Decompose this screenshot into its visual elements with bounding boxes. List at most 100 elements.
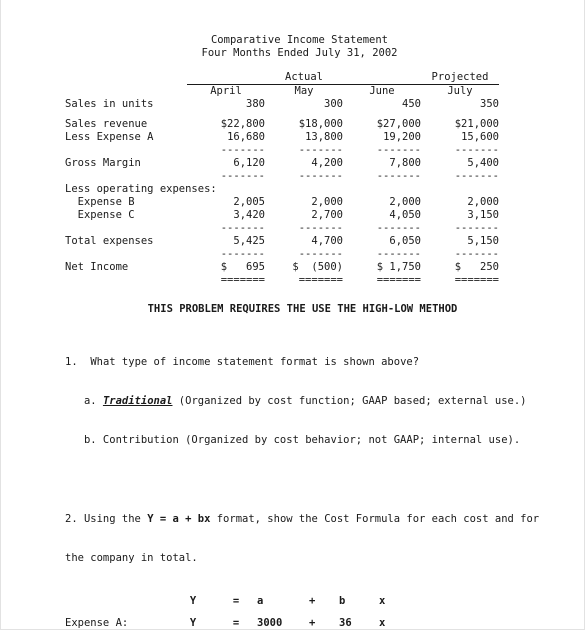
formula-row-spacer (65, 608, 419, 617)
row-label-expense-b: Expense B (65, 196, 135, 208)
total-rule-row: ======= ======= ======= ======= (65, 274, 499, 287)
formula-header-row: Y = a + b x (65, 595, 419, 608)
row-label-expense-c: Expense C (65, 209, 135, 221)
dash-rule-june: ------- (376, 248, 421, 260)
row-label-net-income: Net Income (65, 261, 129, 273)
question-2-formula: Y = a + bx (147, 513, 211, 525)
formula-plus-expense-a: + (309, 617, 316, 629)
group-header-spacer (65, 71, 187, 85)
question-1-text: What type of income statement format is … (90, 356, 420, 368)
formula-x-expense-a: x (379, 617, 386, 629)
column-header-may: May (294, 85, 314, 97)
double-rule-july: ======= (454, 274, 499, 286)
table-row: Gross Margin 6,120 4,200 7,800 5,400 (65, 157, 499, 170)
option-a-marker: a. (83, 395, 103, 407)
question-2-line-2: the company in total. (65, 552, 198, 564)
row-label-sales-revenue: Sales revenue (65, 118, 148, 130)
dash-rule-june: ------- (376, 170, 421, 182)
cell-expense-b-may: 2,000 (311, 196, 343, 208)
cell-gross-margin-june: 7,800 (389, 157, 421, 169)
formula-a-expense-a[interactable]: 3000 (257, 617, 309, 629)
question-1-option-a[interactable]: a. Traditional (Organized by cost functi… (65, 395, 584, 408)
document-title-block: Comparative Income Statement Four Months… (1, 34, 584, 60)
subtotal-rule-row: ------- ------- ------- ------- (65, 170, 499, 183)
cell-net-income-april: $ 695 (220, 261, 265, 273)
column-header-blank (65, 85, 187, 99)
rule-spacer (65, 248, 187, 261)
row-label-less-expense-a: Less Expense A (65, 131, 154, 143)
formula-b-expense-a[interactable]: 36 (339, 617, 379, 629)
formula-y-expense-a: Y (189, 617, 197, 629)
column-header-april: April (210, 85, 242, 97)
dash-rule-april: ------- (220, 222, 265, 234)
cell-total-expenses-july: 5,150 (467, 235, 499, 247)
rule-spacer (65, 274, 187, 287)
cell-sales-units-april: 380 (246, 98, 265, 110)
option-b-indent (65, 434, 84, 446)
option-a-selected-answer: Traditional (102, 395, 173, 407)
cell-sales-revenue-may: $18,000 (298, 118, 343, 130)
question-1-gap (78, 356, 91, 368)
question-1-number: 1. (65, 356, 78, 368)
subtotal-rule-row: ------- ------- ------- ------- (65, 248, 499, 261)
cell-sales-units-june: 450 (402, 98, 421, 110)
group-header-projected: Projected (421, 71, 499, 85)
cell-net-income-june: $ 1,750 (376, 261, 421, 273)
dash-rule-july: ------- (454, 248, 499, 260)
table-group-header-row: Actual Projected (65, 71, 499, 85)
cell-expense-c-july: 3,150 (467, 209, 499, 221)
row-label-less-operating-expenses: Less operating expenses: (65, 183, 217, 195)
formula-header-equals: = (232, 595, 240, 607)
cell-expense-a-june: 19,200 (383, 131, 421, 143)
page-title: Comparative Income Statement (210, 34, 388, 46)
dash-rule-may: ------- (298, 144, 343, 156)
cell-expense-a-may: 13,800 (305, 131, 343, 143)
table-column-header-row: April May June July (65, 85, 499, 99)
dash-rule-july: ------- (454, 222, 499, 234)
option-b-text: b. Contribution (Organized by cost behav… (83, 434, 521, 446)
cell-expense-c-april: 3,420 (233, 209, 265, 221)
cell-sales-units-may: 300 (324, 98, 343, 110)
dash-rule-july: ------- (454, 170, 499, 182)
dash-rule-april: ------- (220, 170, 265, 182)
rule-spacer (65, 144, 187, 157)
double-rule-may: ======= (298, 274, 343, 286)
dash-rule-june: ------- (376, 222, 421, 234)
dash-rule-may: ------- (298, 248, 343, 260)
question-2-line-1: 2. Using the Y = a + bx format, show the… (65, 513, 584, 526)
question-1-block: 1. What type of income statement format … (65, 330, 584, 473)
question-1-option-b[interactable]: b. Contribution (Organized by cost behav… (65, 434, 584, 447)
cell-total-expenses-may: 4,700 (311, 235, 343, 247)
formula-header-y: Y (189, 595, 197, 607)
formula-label-expense-a: Expense A: (65, 617, 129, 629)
subtotal-rule-row: ------- ------- ------- ------- (65, 144, 499, 157)
table-row: Less operating expenses: (65, 183, 499, 196)
rule-spacer (65, 222, 187, 235)
cell-expense-c-june: 4,050 (389, 209, 421, 221)
row-label-total-expenses: Total expenses (65, 235, 154, 247)
cell-net-income-july: $ 250 (454, 261, 499, 273)
cell-sales-revenue-april: $22,800 (220, 118, 265, 130)
cell-expense-c-may: 2,700 (311, 209, 343, 221)
group-header-actual: Actual (187, 71, 421, 85)
question-2-lead: 2. Using the (65, 513, 148, 525)
formula-row-expense-a: Expense A: Y = 3000 + 36 x (65, 617, 419, 629)
table-row: Total expenses 5,425 4,700 6,050 5,150 (65, 235, 499, 248)
cell-gross-margin-july: 5,400 (467, 157, 499, 169)
formula-header-label (65, 595, 171, 608)
table-row: Less Expense A 16,680 13,800 19,200 15,6… (65, 131, 499, 144)
dash-rule-july: ------- (454, 144, 499, 156)
column-header-july: July (447, 85, 473, 97)
cell-total-expenses-june: 6,050 (389, 235, 421, 247)
dash-rule-may: ------- (298, 170, 343, 182)
method-banner: THIS PROBLEM REQUIRES THE USE THE HIGH-L… (147, 303, 458, 315)
cell-gross-margin-april: 6,120 (233, 157, 265, 169)
page-subtitle: Four Months Ended July 31, 2002 (201, 47, 398, 59)
cell-sales-revenue-june: $27,000 (376, 118, 421, 130)
subtotal-rule-row: ------- ------- ------- ------- (65, 222, 499, 235)
cell-expense-b-april: 2,005 (233, 196, 265, 208)
double-rule-april: ======= (220, 274, 265, 286)
cell-sales-units-july: 350 (480, 98, 499, 110)
option-a-indent (65, 395, 84, 407)
rule-spacer (65, 170, 187, 183)
